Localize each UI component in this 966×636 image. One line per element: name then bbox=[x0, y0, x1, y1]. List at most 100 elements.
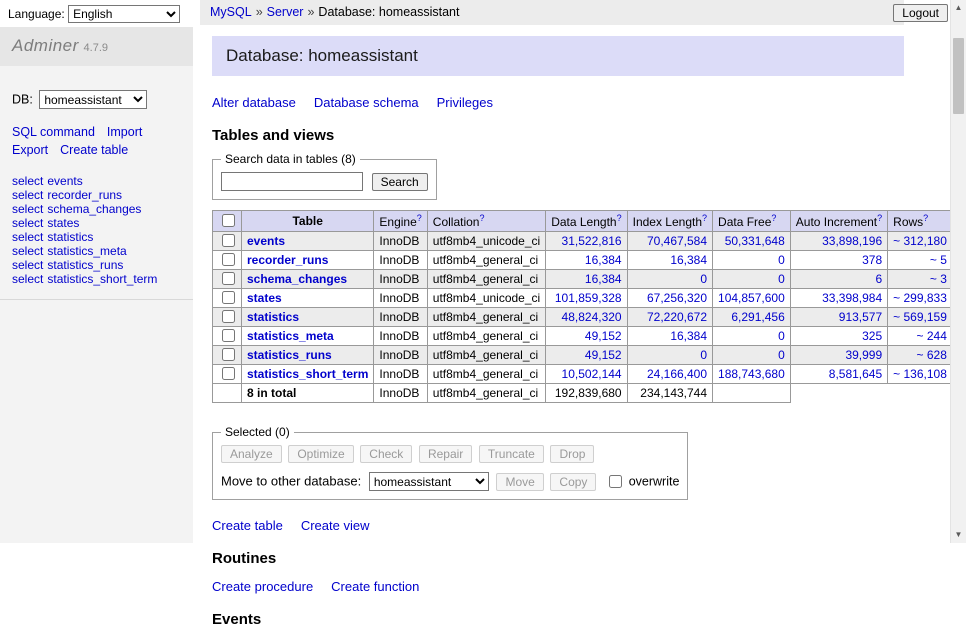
data-length-link[interactable]: 16,384 bbox=[585, 272, 622, 286]
select-link[interactable]: select bbox=[12, 244, 43, 258]
move-database-select[interactable]: homeassistant bbox=[369, 472, 489, 491]
table-name-link[interactable]: statistics_short_term bbox=[247, 367, 368, 381]
table-link-schema-changes[interactable]: schema_changes bbox=[47, 202, 141, 216]
sidebar-link-import[interactable]: Import bbox=[107, 125, 142, 139]
row-checkbox[interactable] bbox=[222, 234, 235, 247]
create-table-link[interactable]: Create table bbox=[212, 518, 283, 533]
move-button[interactable]: Move bbox=[496, 473, 543, 491]
rows-count-link[interactable]: ~ 628 bbox=[917, 348, 947, 362]
sidebar-link-sql-command[interactable]: SQL command bbox=[12, 125, 95, 139]
language-select[interactable]: English bbox=[68, 5, 180, 23]
index-length-link[interactable]: 70,467,584 bbox=[647, 234, 707, 248]
scroll-down-icon[interactable]: ▼ bbox=[951, 527, 966, 543]
database-schema-link[interactable]: Database schema bbox=[314, 95, 419, 110]
select-link[interactable]: select bbox=[12, 174, 43, 188]
row-checkbox[interactable] bbox=[222, 310, 235, 323]
rows-count-link[interactable]: ~ 299,833 bbox=[893, 291, 947, 305]
data-length-link[interactable]: 49,152 bbox=[585, 348, 622, 362]
overwrite-checkbox[interactable] bbox=[609, 475, 622, 488]
optimize-button[interactable]: Optimize bbox=[288, 445, 353, 463]
index-length-link[interactable]: 0 bbox=[700, 272, 707, 286]
drop-button[interactable]: Drop bbox=[550, 445, 594, 463]
table-name-link[interactable]: events bbox=[247, 234, 285, 248]
index-length-link[interactable]: 67,256,320 bbox=[647, 291, 707, 305]
row-checkbox[interactable] bbox=[222, 291, 235, 304]
breadcrumb-link-mysql[interactable]: MySQL bbox=[210, 5, 252, 19]
rows-count-link[interactable]: ~ 5 bbox=[930, 253, 947, 267]
table-link-statistics-meta[interactable]: statistics_meta bbox=[47, 244, 126, 258]
table-name-link[interactable]: statistics bbox=[247, 310, 299, 324]
auto-increment-link[interactable]: 6 bbox=[875, 272, 882, 286]
data-free-link[interactable]: 6,291,456 bbox=[731, 310, 784, 324]
index-length-link[interactable]: 16,384 bbox=[670, 329, 707, 343]
table-link-statistics-runs[interactable]: statistics_runs bbox=[47, 258, 123, 272]
data-length-link[interactable]: 49,152 bbox=[585, 329, 622, 343]
create-function-link[interactable]: Create function bbox=[331, 579, 419, 594]
data-free-link[interactable]: 188,743,680 bbox=[718, 367, 785, 381]
auto-increment-link[interactable]: 33,898,196 bbox=[822, 234, 882, 248]
table-name-link[interactable]: statistics_runs bbox=[247, 348, 332, 362]
scrollbar-thumb[interactable] bbox=[953, 38, 964, 114]
rows-count-link[interactable]: ~ 136,108 bbox=[893, 367, 947, 381]
select-link[interactable]: select bbox=[12, 188, 43, 202]
select-link[interactable]: select bbox=[12, 230, 43, 244]
sidebar-link-export[interactable]: Export bbox=[12, 143, 48, 157]
data-free-link[interactable]: 0 bbox=[778, 253, 785, 267]
help-icon[interactable]: ? bbox=[417, 213, 422, 223]
select-link[interactable]: select bbox=[12, 258, 43, 272]
data-free-link[interactable]: 0 bbox=[778, 272, 785, 286]
help-icon[interactable]: ? bbox=[877, 213, 882, 223]
rows-count-link[interactable]: ~ 569,159 bbox=[893, 310, 947, 324]
sidebar-link-create-table[interactable]: Create table bbox=[60, 143, 128, 157]
table-name-link[interactable]: schema_changes bbox=[247, 272, 347, 286]
table-link-events[interactable]: events bbox=[47, 174, 82, 188]
data-length-link[interactable]: 10,502,144 bbox=[562, 367, 622, 381]
index-length-link[interactable]: 0 bbox=[700, 348, 707, 362]
alter-database-link[interactable]: Alter database bbox=[212, 95, 296, 110]
help-icon[interactable]: ? bbox=[617, 213, 622, 223]
table-name-link[interactable]: recorder_runs bbox=[247, 253, 328, 267]
help-icon[interactable]: ? bbox=[479, 213, 484, 223]
db-select[interactable]: homeassistant bbox=[39, 90, 147, 109]
data-free-link[interactable]: 0 bbox=[778, 348, 785, 362]
row-checkbox[interactable] bbox=[222, 272, 235, 285]
data-length-link[interactable]: 16,384 bbox=[585, 253, 622, 267]
row-checkbox[interactable] bbox=[222, 367, 235, 380]
create-procedure-link[interactable]: Create procedure bbox=[212, 579, 313, 594]
select-link[interactable]: select bbox=[12, 202, 43, 216]
rows-count-link[interactable]: ~ 312,180 bbox=[893, 234, 947, 248]
adminer-logo[interactable]: Adminer bbox=[12, 36, 79, 55]
data-length-link[interactable]: 31,522,816 bbox=[562, 234, 622, 248]
table-link-recorder-runs[interactable]: recorder_runs bbox=[47, 188, 122, 202]
row-checkbox[interactable] bbox=[222, 329, 235, 342]
select-link[interactable]: select bbox=[12, 272, 43, 286]
truncate-button[interactable]: Truncate bbox=[479, 445, 544, 463]
data-free-link[interactable]: 0 bbox=[778, 329, 785, 343]
table-name-link[interactable]: states bbox=[247, 291, 282, 305]
scroll-up-icon[interactable]: ▲ bbox=[951, 0, 966, 16]
privileges-link[interactable]: Privileges bbox=[437, 95, 493, 110]
help-icon[interactable]: ? bbox=[702, 213, 707, 223]
help-icon[interactable]: ? bbox=[923, 213, 928, 223]
data-free-link[interactable]: 104,857,600 bbox=[718, 291, 785, 305]
rows-count-link[interactable]: ~ 244 bbox=[917, 329, 947, 343]
repair-button[interactable]: Repair bbox=[419, 445, 472, 463]
check-button[interactable]: Check bbox=[360, 445, 412, 463]
table-link-statistics[interactable]: statistics bbox=[47, 230, 93, 244]
index-length-link[interactable]: 24,166,400 bbox=[647, 367, 707, 381]
rows-count-link[interactable]: ~ 3 bbox=[930, 272, 947, 286]
breadcrumb-link-server[interactable]: Server bbox=[267, 5, 304, 19]
data-free-link[interactable]: 50,331,648 bbox=[725, 234, 785, 248]
search-input[interactable] bbox=[221, 172, 363, 191]
analyze-button[interactable]: Analyze bbox=[221, 445, 282, 463]
auto-increment-link[interactable]: 33,398,984 bbox=[822, 291, 882, 305]
copy-button[interactable]: Copy bbox=[550, 473, 596, 491]
scrollbar[interactable]: ▲ ▼ bbox=[950, 0, 966, 543]
help-icon[interactable]: ? bbox=[771, 213, 776, 223]
select-all-checkbox[interactable] bbox=[222, 214, 235, 227]
table-name-link[interactable]: statistics_meta bbox=[247, 329, 334, 343]
auto-increment-link[interactable]: 913,577 bbox=[839, 310, 882, 324]
data-length-link[interactable]: 101,859,328 bbox=[555, 291, 622, 305]
table-link-statistics-short-term[interactable]: statistics_short_term bbox=[47, 272, 157, 286]
select-link[interactable]: select bbox=[12, 216, 43, 230]
